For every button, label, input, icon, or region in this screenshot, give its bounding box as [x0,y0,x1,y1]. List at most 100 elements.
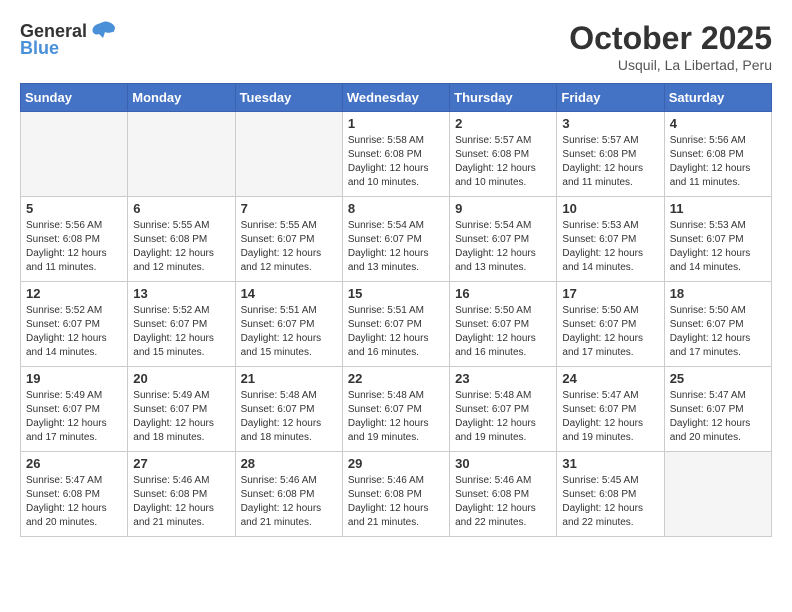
location-title: Usquil, La Libertad, Peru [569,57,772,73]
day-number: 7 [241,201,337,216]
day-info: Sunrise: 5:46 AM Sunset: 6:08 PM Dayligh… [348,474,444,530]
page-header: General Blue October 2025 Usquil, La Lib… [20,20,772,73]
day-info: Sunrise: 5:46 AM Sunset: 6:08 PM Dayligh… [241,474,337,530]
day-info: Sunrise: 5:46 AM Sunset: 6:08 PM Dayligh… [133,474,229,530]
day-info: Sunrise: 5:53 AM Sunset: 6:07 PM Dayligh… [670,219,766,275]
weekday-header-saturday: Saturday [664,84,771,112]
day-number: 20 [133,371,229,386]
day-info: Sunrise: 5:58 AM Sunset: 6:08 PM Dayligh… [348,134,444,190]
day-number: 10 [562,201,658,216]
day-number: 17 [562,286,658,301]
calendar-day-cell: 20 Sunrise: 5:49 AM Sunset: 6:07 PM Dayli… [128,367,235,452]
day-number: 18 [670,286,766,301]
day-info: Sunrise: 5:49 AM Sunset: 6:07 PM Dayligh… [133,389,229,445]
calendar-day-cell: 2 Sunrise: 5:57 AM Sunset: 6:08 PM Daylig… [450,112,557,197]
calendar-day-cell: 15 Sunrise: 5:51 AM Sunset: 6:07 PM Dayli… [342,282,449,367]
day-info: Sunrise: 5:54 AM Sunset: 6:07 PM Dayligh… [348,219,444,275]
day-number: 5 [26,201,122,216]
day-number: 14 [241,286,337,301]
calendar-day-cell: 29 Sunrise: 5:46 AM Sunset: 6:08 PM Dayli… [342,452,449,537]
day-number: 22 [348,371,444,386]
day-info: Sunrise: 5:50 AM Sunset: 6:07 PM Dayligh… [670,304,766,360]
day-number: 9 [455,201,551,216]
calendar-day-cell: 14 Sunrise: 5:51 AM Sunset: 6:07 PM Dayli… [235,282,342,367]
calendar-day-cell: 18 Sunrise: 5:50 AM Sunset: 6:07 PM Dayli… [664,282,771,367]
day-info: Sunrise: 5:55 AM Sunset: 6:08 PM Dayligh… [133,219,229,275]
day-number: 19 [26,371,122,386]
calendar-day-cell: 8 Sunrise: 5:54 AM Sunset: 6:07 PM Daylig… [342,197,449,282]
calendar-day-cell: 5 Sunrise: 5:56 AM Sunset: 6:08 PM Daylig… [21,197,128,282]
day-info: Sunrise: 5:51 AM Sunset: 6:07 PM Dayligh… [241,304,337,360]
day-info: Sunrise: 5:55 AM Sunset: 6:07 PM Dayligh… [241,219,337,275]
day-number: 24 [562,371,658,386]
logo-blue-text: Blue [20,38,59,59]
day-info: Sunrise: 5:56 AM Sunset: 6:08 PM Dayligh… [670,134,766,190]
day-number: 8 [348,201,444,216]
day-info: Sunrise: 5:48 AM Sunset: 6:07 PM Dayligh… [348,389,444,445]
calendar-day-cell: 6Sunrise: 5:55 AM Sunset: 6:08 PM Daylig… [128,197,235,282]
day-info: Sunrise: 5:48 AM Sunset: 6:07 PM Dayligh… [455,389,551,445]
calendar-day-cell: 21Sunrise: 5:48 AM Sunset: 6:07 PM Dayli… [235,367,342,452]
calendar-day-cell [128,112,235,197]
day-info: Sunrise: 5:57 AM Sunset: 6:08 PM Dayligh… [562,134,658,190]
day-number: 11 [670,201,766,216]
calendar-table: SundayMondayTuesdayWednesdayThursdayFrid… [20,83,772,537]
weekday-header-tuesday: Tuesday [235,84,342,112]
weekday-header-monday: Monday [128,84,235,112]
day-info: Sunrise: 5:51 AM Sunset: 6:07 PM Dayligh… [348,304,444,360]
calendar-day-cell: 24 Sunrise: 5:47 AM Sunset: 6:07 PM Dayli… [557,367,664,452]
weekday-header-sunday: Sunday [21,84,128,112]
day-number: 26 [26,456,122,471]
day-number: 4 [670,116,766,131]
weekday-header-friday: Friday [557,84,664,112]
day-number: 28 [241,456,337,471]
calendar-day-cell: 28 Sunrise: 5:46 AM Sunset: 6:08 PM Dayli… [235,452,342,537]
day-info: Sunrise: 5:47 AM Sunset: 6:07 PM Dayligh… [562,389,658,445]
calendar-week-row: 12Sunrise: 5:52 AM Sunset: 6:07 PM Dayli… [21,282,772,367]
day-info: Sunrise: 5:45 AM Sunset: 6:08 PM Dayligh… [562,474,658,530]
calendar-day-cell: 11 Sunrise: 5:53 AM Sunset: 6:07 PM Dayli… [664,197,771,282]
day-number: 2 [455,116,551,131]
weekday-header-thursday: Thursday [450,84,557,112]
day-number: 3 [562,116,658,131]
day-number: 23 [455,371,551,386]
day-info: Sunrise: 5:50 AM Sunset: 6:07 PM Dayligh… [562,304,658,360]
day-number: 16 [455,286,551,301]
calendar-day-cell: 7 Sunrise: 5:55 AM Sunset: 6:07 PM Daylig… [235,197,342,282]
calendar-day-cell: 23 Sunrise: 5:48 AM Sunset: 6:07 PM Dayli… [450,367,557,452]
calendar-day-cell: 19 Sunrise: 5:49 AM Sunset: 6:07 PM Dayli… [21,367,128,452]
calendar-day-cell: 25 Sunrise: 5:47 AM Sunset: 6:07 PM Dayli… [664,367,771,452]
calendar-day-cell [21,112,128,197]
day-info: Sunrise: 5:53 AM Sunset: 6:07 PM Dayligh… [562,219,658,275]
day-info: Sunrise: 5:47 AM Sunset: 6:07 PM Dayligh… [670,389,766,445]
calendar-week-row: 19 Sunrise: 5:49 AM Sunset: 6:07 PM Dayli… [21,367,772,452]
calendar-day-cell: 12Sunrise: 5:52 AM Sunset: 6:07 PM Dayli… [21,282,128,367]
calendar-day-cell: 9Sunrise: 5:54 AM Sunset: 6:07 PM Daylig… [450,197,557,282]
day-info: Sunrise: 5:47 AM Sunset: 6:08 PM Dayligh… [26,474,122,530]
day-number: 1 [348,116,444,131]
day-info: Sunrise: 5:49 AM Sunset: 6:07 PM Dayligh… [26,389,122,445]
day-info: Sunrise: 5:56 AM Sunset: 6:08 PM Dayligh… [26,219,122,275]
calendar-day-cell: 17 Sunrise: 5:50 AM Sunset: 6:07 PM Dayli… [557,282,664,367]
day-number: 21 [241,371,337,386]
month-title: October 2025 [569,20,772,57]
calendar-week-row: 5 Sunrise: 5:56 AM Sunset: 6:08 PM Daylig… [21,197,772,282]
weekday-header-wednesday: Wednesday [342,84,449,112]
weekday-header-row: SundayMondayTuesdayWednesdayThursdayFrid… [21,84,772,112]
calendar-day-cell: 4 Sunrise: 5:56 AM Sunset: 6:08 PM Daylig… [664,112,771,197]
day-number: 27 [133,456,229,471]
day-number: 29 [348,456,444,471]
calendar-week-row: 26 Sunrise: 5:47 AM Sunset: 6:08 PM Dayli… [21,452,772,537]
calendar-day-cell: 26 Sunrise: 5:47 AM Sunset: 6:08 PM Dayli… [21,452,128,537]
calendar-day-cell: 30Sunrise: 5:46 AM Sunset: 6:08 PM Dayli… [450,452,557,537]
calendar-day-cell: 1 Sunrise: 5:58 AM Sunset: 6:08 PM Daylig… [342,112,449,197]
day-info: Sunrise: 5:52 AM Sunset: 6:07 PM Dayligh… [26,304,122,360]
day-info: Sunrise: 5:57 AM Sunset: 6:08 PM Dayligh… [455,134,551,190]
day-number: 15 [348,286,444,301]
calendar-day-cell [235,112,342,197]
calendar-day-cell: 3 Sunrise: 5:57 AM Sunset: 6:08 PM Daylig… [557,112,664,197]
day-number: 13 [133,286,229,301]
title-area: October 2025 Usquil, La Libertad, Peru [569,20,772,73]
day-number: 30 [455,456,551,471]
day-number: 25 [670,371,766,386]
